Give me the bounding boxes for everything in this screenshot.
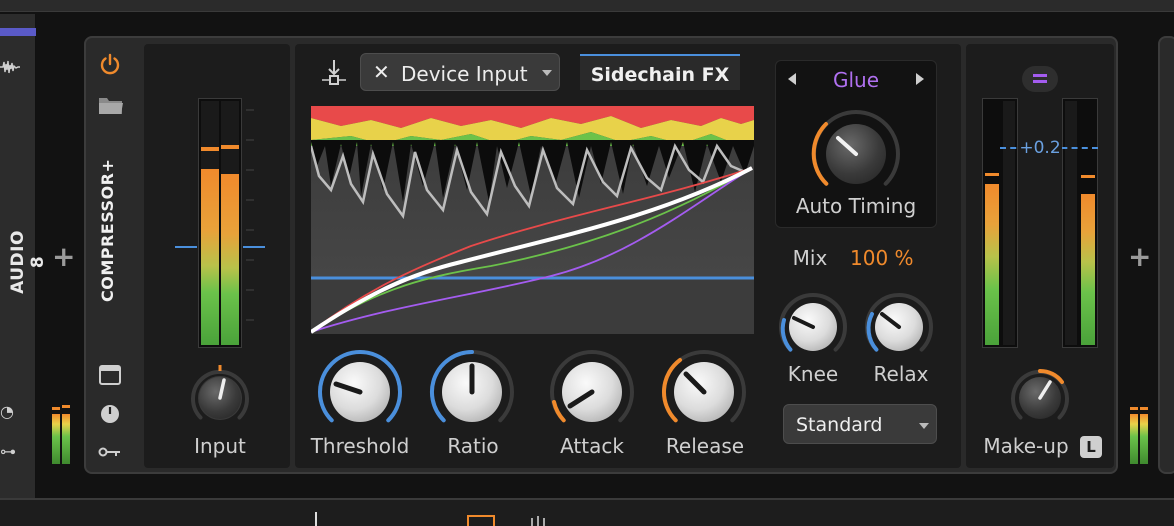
threshold-label: Threshold (310, 434, 410, 458)
input-meter-right-fill (221, 174, 239, 345)
mix-label: Mix (792, 246, 828, 270)
threshold-knob[interactable] (314, 346, 406, 438)
next-mode-icon[interactable] (914, 72, 926, 86)
input-peak-right (221, 145, 239, 149)
input-label: Input (194, 434, 246, 458)
chevron-down-icon (919, 423, 929, 429)
character-mode[interactable]: Glue (805, 68, 907, 92)
input-meter (198, 98, 242, 348)
sidechain-source-label: Device Input (401, 62, 528, 86)
detector-mode-label: Standard (796, 414, 883, 436)
output-meter-left-fill (985, 184, 999, 345)
clock-icon[interactable]: ◔ (0, 402, 14, 421)
knee-label: Knee (787, 362, 839, 386)
sidechain-input-icon[interactable] (320, 58, 348, 86)
remove-source-icon[interactable]: ✕ (373, 60, 390, 84)
next-device-edge (1158, 36, 1174, 474)
sidechain-fx-label: Sidechain FX (590, 64, 730, 86)
output-peak-left (985, 173, 999, 176)
output-peak-right (1081, 175, 1095, 178)
input-meter-right-track (221, 101, 239, 345)
output-meter-right (1062, 98, 1098, 348)
input-peak-left (201, 147, 219, 151)
folder-icon[interactable] (98, 94, 124, 116)
makeup-knob[interactable] (1004, 362, 1076, 434)
relax-label: Relax (873, 362, 929, 386)
detector-mode-dropdown[interactable]: Standard (783, 404, 937, 444)
auto-timing-knob[interactable] (808, 106, 904, 202)
gain-reduction-meter-left (982, 98, 1018, 348)
top-toolbar (0, 0, 1174, 12)
relax-knob[interactable] (862, 290, 936, 364)
threshold-marker-left (175, 246, 197, 248)
attack-knob[interactable] (546, 346, 638, 438)
bottom-toolbar (0, 498, 1174, 526)
chevron-down-icon (542, 70, 552, 76)
output-meter-right-fill (1081, 194, 1095, 345)
lock-toggle-button[interactable]: L (1080, 436, 1102, 458)
makeup-label: Make-up (983, 434, 1069, 458)
add-device-after-button[interactable]: + (1128, 240, 1151, 273)
output-meter-mini (1130, 404, 1150, 464)
release-label: Release (665, 434, 745, 458)
track-color-bar (0, 28, 36, 36)
track-meter (52, 404, 72, 464)
power-icon[interactable] (98, 52, 122, 76)
gain-readout: +0.2 (1018, 138, 1062, 160)
sidechain-fx-tab[interactable]: Sidechain FX (580, 54, 740, 90)
input-meter-left-track (201, 101, 219, 345)
mix-value[interactable]: 100 % (850, 246, 930, 270)
input-meter-scale (246, 109, 254, 321)
bottom-toolbar-icons (315, 512, 545, 526)
routing-icon[interactable]: ⊶ (0, 442, 16, 461)
ratio-knob[interactable] (426, 346, 518, 438)
knee-knob[interactable] (776, 290, 850, 364)
release-knob[interactable] (658, 346, 750, 438)
add-device-before-button[interactable]: + (52, 240, 75, 273)
device-name[interactable]: COMPRESSOR+ (98, 159, 120, 302)
sidechain-source-dropdown[interactable]: ✕ Device Input (360, 53, 560, 91)
auto-timing-label: Auto Timing (795, 194, 917, 218)
track-name: AUDIO 8 (8, 230, 48, 294)
routing-icon[interactable] (98, 444, 122, 460)
attack-label: Attack (560, 434, 624, 458)
ratio-label: Ratio (447, 434, 499, 458)
input-knob[interactable] (184, 362, 256, 434)
prev-mode-icon[interactable] (786, 72, 798, 86)
compression-graph[interactable] (311, 106, 754, 334)
gain-link-button[interactable] (1022, 66, 1058, 92)
gain-reduction-bar-right (1065, 101, 1077, 345)
waveform-icon (0, 60, 20, 74)
gain-reduction-bar (1003, 101, 1015, 345)
window-icon[interactable] (98, 364, 122, 386)
modulator-clock-icon[interactable] (99, 403, 121, 425)
input-meter-left-fill (201, 169, 219, 345)
